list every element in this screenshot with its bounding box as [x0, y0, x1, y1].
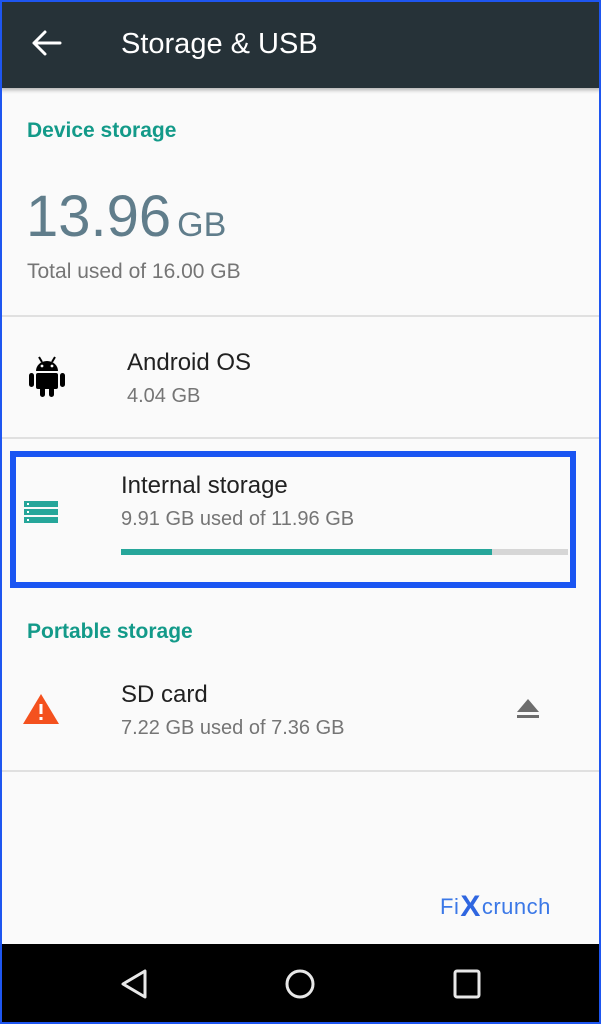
- internal-storage-usage: 9.91 GB used of 11.96 GB: [121, 508, 355, 530]
- fixcrunch-watermark: FiXcrunch: [440, 888, 551, 923]
- watermark-x-mark: X: [460, 890, 481, 923]
- warning-icon: [23, 694, 59, 724]
- nav-home-icon: [285, 969, 315, 999]
- android-icon: [29, 356, 65, 397]
- nav-recents-icon: [453, 969, 481, 999]
- back-button[interactable]: [28, 26, 66, 60]
- nav-recents-button[interactable]: [443, 960, 491, 1008]
- system-navigation-bar: [0, 944, 601, 1024]
- storage-icon: [24, 501, 58, 523]
- eject-icon: [517, 699, 539, 718]
- watermark-prefix: Fi: [440, 894, 460, 919]
- total-used-unit: GB: [177, 206, 227, 244]
- internal-storage-progress-fill: [121, 549, 492, 555]
- divider: [0, 770, 601, 772]
- device-storage-header: Device storage: [27, 119, 177, 142]
- total-used-subtitle: Total used of 16.00 GB: [27, 260, 241, 283]
- sd-card-usage: 7.22 GB used of 7.36 GB: [121, 717, 345, 739]
- nav-back-button[interactable]: [110, 960, 158, 1008]
- portable-storage-header: Portable storage: [27, 620, 193, 643]
- android-os-size: 4.04 GB: [127, 385, 201, 407]
- nav-back-icon: [121, 969, 147, 999]
- sd-card-title: SD card: [121, 681, 208, 708]
- internal-storage-title: Internal storage: [121, 472, 288, 499]
- arrow-back-icon: [32, 30, 62, 56]
- page-title: Storage & USB: [121, 28, 318, 60]
- total-used-value: 13.96: [26, 184, 172, 249]
- eject-button[interactable]: [506, 686, 550, 730]
- total-used-summary: 13.96 GB: [26, 186, 226, 256]
- android-os-row[interactable]: Android OS 4.04 GB: [0, 317, 601, 437]
- nav-home-button[interactable]: [276, 960, 324, 1008]
- internal-storage-row[interactable]: Internal storage 9.91 GB used of 11.96 G…: [0, 439, 601, 599]
- android-os-title: Android OS: [127, 349, 252, 376]
- watermark-suffix: crunch: [481, 894, 551, 919]
- app-bar: Storage & USB: [0, 0, 601, 88]
- sd-card-row[interactable]: SD card 7.22 GB used of 7.36 GB: [0, 660, 601, 770]
- internal-storage-progress-bar: [121, 549, 568, 555]
